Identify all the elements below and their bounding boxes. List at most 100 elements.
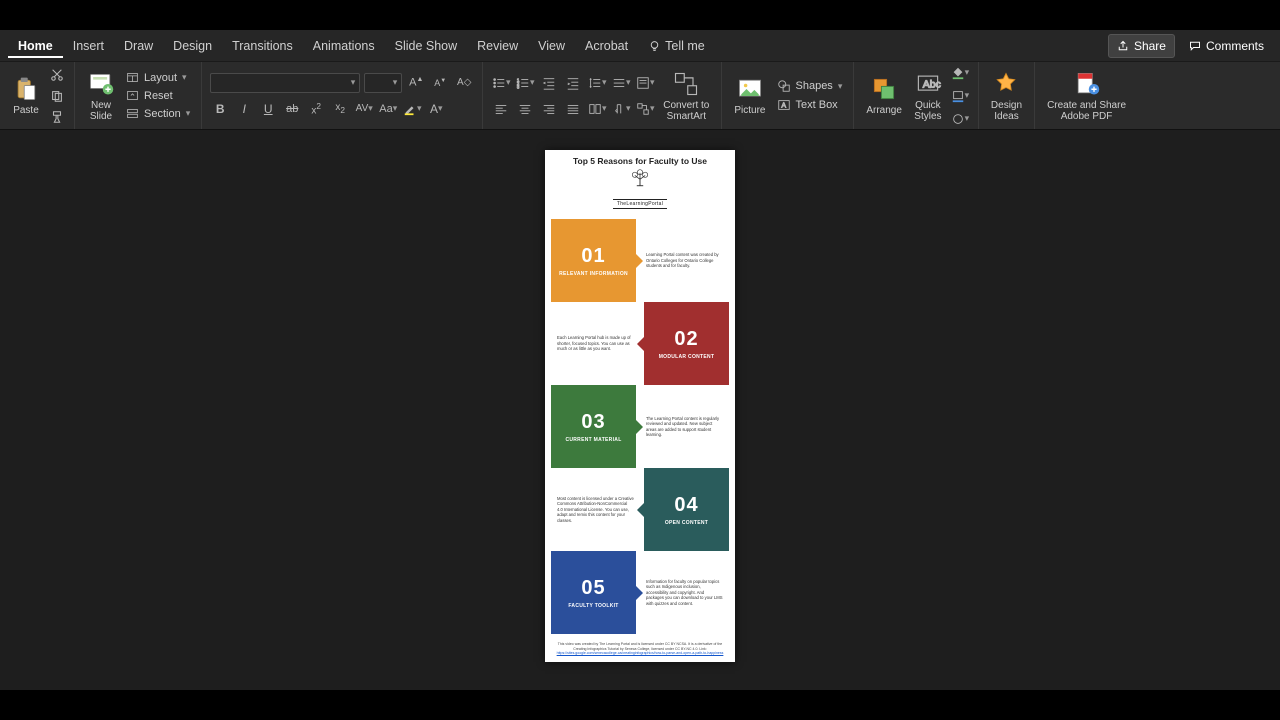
group-insert: Picture Shapes▾ A Text Box (722, 62, 854, 129)
align-right-button[interactable] (539, 99, 559, 119)
align-left-button[interactable] (491, 99, 511, 119)
font-size-selector[interactable]: ▾ (364, 73, 402, 93)
font-family-selector[interactable]: ▾ (210, 73, 360, 93)
reason-4: 04 OPEN CONTENT Most content is licensed… (551, 468, 729, 551)
smartart-small-button[interactable]: ▾ (635, 99, 655, 119)
italic-button[interactable]: I (234, 99, 254, 119)
arrange-button[interactable]: Arrange (862, 73, 906, 118)
layout-icon (126, 71, 139, 84)
slide-logo-text: TheLearningPortal (613, 199, 667, 209)
adobe-pdf-icon (1073, 70, 1101, 98)
svg-text:3: 3 (517, 84, 520, 89)
share-button-label: Share (1134, 39, 1166, 53)
reason-3-box: 03 CURRENT MATERIAL (551, 385, 636, 468)
paste-button[interactable]: Paste (8, 73, 44, 118)
layout-label: Layout (144, 72, 177, 84)
numbering-button[interactable]: 123▾ (515, 73, 535, 93)
text-direction-button[interactable]: ▾ (611, 73, 631, 93)
copy-icon (50, 89, 64, 103)
subscript-button[interactable]: x2 (330, 99, 350, 119)
share-button[interactable]: Share (1108, 34, 1175, 58)
align-center-button[interactable] (515, 99, 535, 119)
tab-view[interactable]: View (528, 33, 575, 58)
group-designer: Design Ideas (979, 62, 1035, 129)
convert-smartart-icon (672, 70, 700, 98)
section-button[interactable]: Section▾ (123, 106, 193, 121)
shapes-button[interactable]: Shapes▾ (774, 78, 846, 94)
shape-outline-button[interactable]: ▾ (950, 86, 970, 106)
font-color-button[interactable]: A▾ (426, 99, 446, 119)
tab-transitions[interactable]: Transitions (222, 33, 303, 58)
design-ideas-icon (992, 70, 1020, 98)
credit-link[interactable]: https://sites.google.com/senecacollege.c… (557, 651, 724, 655)
arrange-icon (870, 75, 898, 103)
cut-button[interactable] (48, 66, 66, 84)
line-spacing-button[interactable]: ▾ (587, 73, 607, 93)
reason-5: 05 FACULTY TOOLKIT Information for facul… (551, 551, 729, 634)
bold-button[interactable]: B (210, 99, 230, 119)
tab-slide-show[interactable]: Slide Show (385, 33, 468, 58)
reason-1: 01 RELEVANT INFORMATION Learning Portal … (551, 219, 729, 302)
text-box-icon: A (777, 98, 791, 112)
shapes-label: Shapes (796, 80, 833, 92)
new-slide-label: New Slide (90, 100, 112, 122)
rtl-button[interactable]: ▾ (611, 99, 631, 119)
picture-button[interactable]: Picture (730, 73, 769, 118)
new-slide-button[interactable]: New Slide (83, 68, 119, 124)
tab-tell-me[interactable]: Tell me (638, 33, 715, 58)
font-highlight-button[interactable]: ▾ (402, 99, 422, 119)
underline-button[interactable]: U (258, 99, 278, 119)
clear-formatting-button[interactable]: A◇ (454, 73, 474, 93)
columns-button[interactable]: ▾ (587, 99, 607, 119)
tree-icon (627, 169, 653, 187)
create-share-adobe-pdf-button[interactable]: Create and Share Adobe PDF (1043, 68, 1130, 124)
layout-button[interactable]: Layout▾ (123, 70, 193, 85)
reason-5-text: Information for faculty on popular topic… (636, 551, 729, 634)
slide[interactable]: Top 5 Reasons for Faculty to Use TheLear… (545, 150, 735, 662)
svg-text:A: A (781, 103, 786, 110)
tab-review[interactable]: Review (467, 33, 528, 58)
tab-design[interactable]: Design (163, 33, 222, 58)
decrease-font-size-button[interactable]: A▼ (430, 73, 450, 93)
section-icon (126, 107, 139, 120)
bullets-button[interactable]: ▾ (491, 73, 511, 93)
increase-font-size-button[interactable]: A▲ (406, 73, 426, 93)
decrease-indent-button[interactable] (539, 73, 559, 93)
reason-4-text: Most content is licensed under a Creativ… (551, 468, 644, 551)
reason-2-text: Each Learning Portal hub is made up of s… (551, 302, 644, 385)
reason-3-num: 03 (581, 411, 605, 434)
shape-fill-button[interactable]: ▾ (950, 63, 970, 83)
text-effects-button[interactable]: AV▾ (354, 99, 374, 119)
tab-animations[interactable]: Animations (303, 33, 385, 58)
comments-icon (1189, 40, 1201, 52)
adobe-pdf-label: Create and Share Adobe PDF (1047, 100, 1126, 122)
superscript-button[interactable]: x2 (306, 99, 326, 119)
format-painter-button[interactable] (48, 108, 66, 126)
copy-button[interactable] (48, 87, 66, 105)
svg-text:Abc: Abc (923, 78, 941, 90)
align-right-icon (542, 102, 556, 116)
design-ideas-button[interactable]: Design Ideas (987, 68, 1026, 124)
reset-label: Reset (144, 90, 173, 102)
justify-button[interactable] (563, 99, 583, 119)
tab-acrobat[interactable]: Acrobat (575, 33, 638, 58)
convert-to-smartart-button[interactable]: Convert to SmartArt (659, 68, 713, 124)
text-box-button[interactable]: A Text Box (774, 97, 846, 113)
shape-effects-button[interactable]: ▾ (950, 109, 970, 129)
reason-5-num: 05 (581, 577, 605, 600)
reset-button[interactable]: Reset (123, 88, 193, 103)
tab-insert[interactable]: Insert (63, 33, 114, 58)
increase-indent-button[interactable] (563, 73, 583, 93)
align-text-button[interactable]: ▾ (635, 73, 655, 93)
ribbon: Paste New Slide Layout▾ Reset (0, 62, 1280, 130)
quick-styles-button[interactable]: Abc Quick Styles (910, 68, 946, 124)
highlight-icon (403, 102, 417, 116)
change-case-button[interactable]: Aa▾ (378, 99, 398, 119)
slide-canvas[interactable]: Top 5 Reasons for Faculty to Use TheLear… (0, 130, 1280, 690)
new-slide-icon (87, 70, 115, 98)
tab-home[interactable]: Home (8, 33, 63, 58)
strikethrough-button[interactable]: ab (282, 99, 302, 119)
format-painter-icon (50, 110, 64, 124)
tab-draw[interactable]: Draw (114, 33, 163, 58)
comments-button[interactable]: Comments (1181, 35, 1272, 57)
